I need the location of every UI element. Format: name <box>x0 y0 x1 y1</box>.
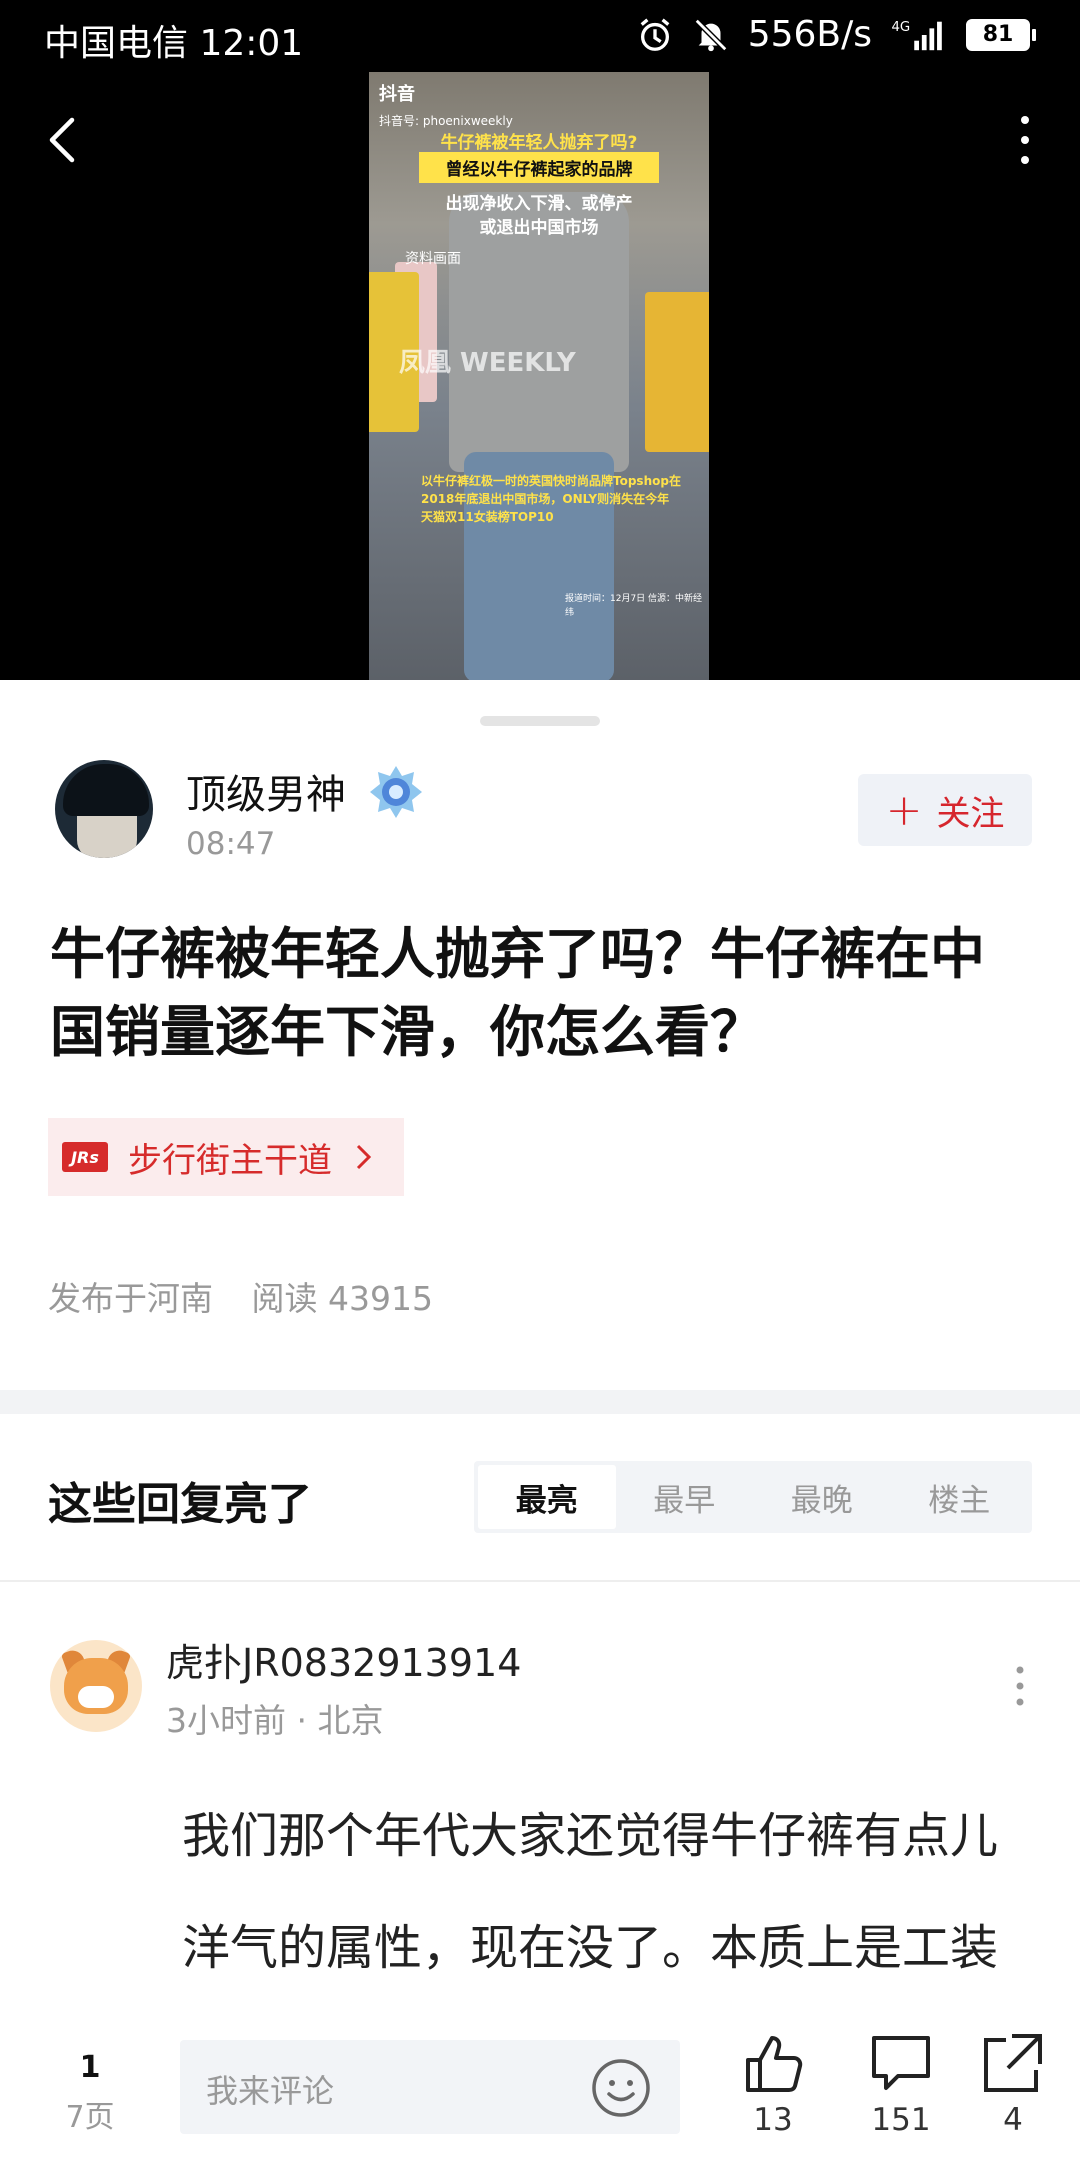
plus-icon: + <box>885 784 923 836</box>
network-speed: 556B/s <box>747 14 872 55</box>
author-avatar[interactable] <box>55 760 153 858</box>
post-time: 08:47 <box>186 826 276 862</box>
replies-section-title: 这些回复亮了 <box>48 1479 312 1530</box>
follow-button[interactable]: + 关注 <box>858 774 1032 846</box>
post-read-count: 阅读 43915 <box>251 1279 433 1318</box>
tab-op-only[interactable]: 楼主 <box>891 1465 1029 1529</box>
comment-body: 我们那个年代大家还觉得牛仔裤有点儿洋气的属性，现在没了。本质上是工装裤，就是结实… <box>182 1808 999 1976</box>
video-handle: 抖音号: phoenixweekly <box>379 114 513 128</box>
tab-earliest[interactable]: 最早 <box>616 1465 754 1529</box>
video-caption-highlight: 曾经以牛仔裤起家的品牌 <box>419 152 659 183</box>
battery-icon: 81 <box>966 18 1036 51</box>
tab-brightest[interactable]: 最亮 <box>478 1465 616 1529</box>
video-report-info: 报道时间：12月7日 信源：中新经纬 <box>565 594 703 618</box>
post-location: 发布于河南 <box>48 1279 213 1318</box>
section-divider <box>0 1390 1080 1414</box>
post-meta: 发布于河南 阅读 43915 <box>48 1272 433 1320</box>
alarm-icon <box>640 18 670 51</box>
page-current[interactable]: 1 <box>60 2050 120 2085</box>
like-button[interactable]: 13 <box>728 2030 818 2138</box>
battery-level: 81 <box>966 18 1030 51</box>
signal-icon: 4G <box>891 20 942 50</box>
comment-count: 151 <box>871 2102 931 2138</box>
mute-bell-icon <box>694 18 727 51</box>
comment-input-placeholder: 我来评论 <box>206 2072 335 2110</box>
comment-meta: 3小时前 · 北京 <box>166 1701 384 1740</box>
svg-text:4G: 4G <box>891 20 910 35</box>
emoji-icon[interactable] <box>590 2057 652 2119</box>
tab-latest[interactable]: 最晚 <box>753 1465 891 1529</box>
status-icons: 556B/s 4G 81 <box>636 14 1036 55</box>
video-caption-lines: 出现净收入下滑、或停产 或退出中国市场 <box>445 194 633 238</box>
share-icon <box>984 2034 1042 2092</box>
more-options-icon[interactable] <box>1010 110 1040 170</box>
comment-button[interactable]: 151 <box>856 2030 946 2138</box>
status-bar: 中国电信 12:01 556B/s 4G 81 <box>0 0 1080 74</box>
commenter-name[interactable]: 虎扑JR0832913914 <box>166 1632 521 1687</box>
drag-handle[interactable] <box>480 716 600 726</box>
video-frame[interactable]: 抖音 抖音号: phoenixweekly 牛仔裤被年轻人抛弃了吗? 曾经以牛仔… <box>369 72 709 680</box>
comment-bubble-icon <box>872 2036 930 2090</box>
video-source-label: 资料画面 <box>405 251 461 267</box>
video-caption-bottom: 以牛仔裤红极一时的英国快时尚品牌Topshop在2018年底退出中国市场，ONL… <box>421 474 681 524</box>
page-total[interactable]: 7页 <box>58 2092 122 2136</box>
shopping-bag-right <box>645 292 709 452</box>
reply-sort-tabs: 最亮 最早 最晚 楼主 <box>474 1461 1032 1533</box>
thumbs-up-icon <box>746 2036 803 2092</box>
chevron-right-icon <box>356 1144 372 1170</box>
video-caption-top: 牛仔裤被年轻人抛弃了吗? <box>440 133 638 153</box>
jrs-logo-icon: JRs <box>62 1142 108 1172</box>
comment-more-icon[interactable] <box>1014 1664 1026 1708</box>
post-title: 牛仔裤被年轻人抛弃了吗？牛仔裤在中国销量逐年下滑，你怎么看？ <box>50 922 986 1064</box>
author-name[interactable]: 顶级男神 <box>186 762 346 820</box>
like-count: 13 <box>753 2102 793 2138</box>
douyin-logo: 抖音 <box>379 84 415 105</box>
share-count: 4 <box>1003 2102 1023 2138</box>
community-tag-label: 步行街主干道 <box>128 1140 332 1181</box>
share-button[interactable]: 4 <box>968 2030 1058 2138</box>
video-watermark: 凤凰 WEEKLY <box>399 348 576 378</box>
user-level-badge-icon <box>370 766 422 818</box>
carrier-time: 中国电信 12:01 <box>44 23 304 64</box>
comment-input[interactable]: 我来评论 <box>180 2040 680 2134</box>
divider <box>0 1580 1080 1582</box>
follow-label: 关注 <box>936 793 1005 834</box>
commenter-avatar[interactable] <box>50 1640 142 1732</box>
community-tag[interactable]: JRs 步行街主干道 <box>48 1118 404 1196</box>
back-arrow-icon[interactable] <box>42 110 92 170</box>
